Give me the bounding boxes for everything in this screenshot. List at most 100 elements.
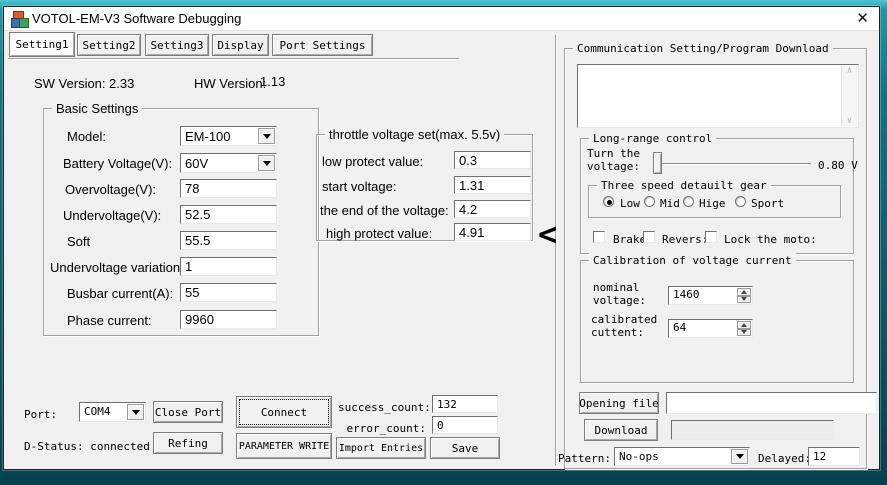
gear-label-mid: Mid <box>660 195 680 212</box>
scroll-up-icon[interactable]: ∧ <box>847 66 852 76</box>
phase-current-label: Phase current: <box>67 312 152 329</box>
basic-settings-group: Basic Settings Model: EM-100 Battery Vol… <box>43 108 319 336</box>
battery-voltage-select[interactable]: 60V <box>180 153 277 173</box>
voltage-slider-track <box>658 163 811 165</box>
spinner-down-button[interactable] <box>737 296 751 304</box>
nominal-voltage-spinner[interactable]: 1460 <box>668 286 753 305</box>
pattern-select[interactable]: No-ops <box>614 447 750 466</box>
title-bar: VOTOL-EM-V3 Software Debugging ✕ <box>4 7 879 31</box>
gear-label-hige: Hige <box>699 195 726 212</box>
end-voltage-input[interactable] <box>454 200 531 218</box>
voltage-slider-handle[interactable] <box>653 152 662 174</box>
delayed-input[interactable] <box>808 447 860 466</box>
reverse-checkbox[interactable] <box>643 231 655 243</box>
voltage-slider-value: 0.80 V <box>818 157 858 174</box>
soft-label: Soft <box>67 233 90 250</box>
undervoltage-variation-input[interactable] <box>180 257 277 276</box>
app-icon <box>11 11 27 27</box>
import-entries-button[interactable]: Import Entries <box>336 437 426 459</box>
tab-port-settings[interactable]: Port Settings <box>272 34 373 56</box>
soft-input[interactable] <box>180 231 277 250</box>
lock-motor-label: Lock the moto: <box>724 231 817 248</box>
tab-setting3[interactable]: Setting3 <box>145 34 209 56</box>
overvoltage-label: Overvoltage(V): <box>65 181 156 198</box>
gear-group: Three speed detauilt gear Low Mid Hige S… <box>588 185 841 218</box>
tab-divider <box>8 58 459 60</box>
spinner-down-button[interactable] <box>737 329 751 337</box>
model-dropdown-button[interactable] <box>258 128 275 144</box>
undervoltage-input[interactable] <box>180 205 277 224</box>
spinner-up-button[interactable] <box>737 321 751 329</box>
tab-setting2[interactable]: Setting2 <box>77 34 141 56</box>
high-protect-label: high protect value: <box>326 225 432 242</box>
undervoltage-label: Undervoltage(V): <box>63 207 161 224</box>
opening-file-button[interactable]: Opening file <box>579 392 659 414</box>
app-window: VOTOL-EM-V3 Software Debugging ✕ Setting… <box>3 6 880 470</box>
calibrated-current-spinner[interactable]: 64 <box>668 319 753 338</box>
tab-display[interactable]: Display <box>212 34 269 56</box>
download-button[interactable]: Download <box>584 419 658 441</box>
lock-motor-checkbox[interactable] <box>705 231 717 243</box>
battery-dropdown-button[interactable] <box>258 155 275 171</box>
spinner-up-button[interactable] <box>737 288 751 296</box>
gear-radio-hige[interactable] <box>683 196 694 207</box>
success-count-label: success_count: <box>338 399 426 416</box>
success-count-field[interactable] <box>432 395 498 413</box>
error-count-field[interactable] <box>432 416 498 434</box>
window-title: VOTOL-EM-V3 Software Debugging <box>32 11 241 26</box>
connect-button[interactable]: Connect <box>236 396 332 428</box>
gear-radio-sport[interactable] <box>735 196 746 207</box>
port-dropdown-button[interactable] <box>127 404 144 420</box>
comm-log-textarea[interactable]: ∧ ∨ <box>577 64 859 128</box>
save-button[interactable]: Save <box>430 437 500 459</box>
spinner-up-icon <box>741 323 747 327</box>
communication-title: Communication Setting/Program Download <box>573 41 833 56</box>
phase-current-input[interactable] <box>180 310 277 329</box>
brake-label: Brake <box>613 231 646 248</box>
calibrated-current-label-2: cuttent: <box>591 324 644 341</box>
gear-title: Three speed detauilt gear <box>597 178 771 193</box>
overvoltage-input[interactable] <box>180 179 277 198</box>
pattern-dropdown-button[interactable] <box>731 449 748 464</box>
calibration-group: Calibration of voltage current nominal v… <box>580 260 854 383</box>
battery-voltage-label: Battery Voltage(V): <box>63 155 172 172</box>
calibration-title: Calibration of voltage current <box>589 253 796 268</box>
long-range-group: Long-range control Turn the voltage: 0.8… <box>580 138 854 254</box>
throttle-group: throttle voltage set(max. 5.5v) low prot… <box>316 134 533 241</box>
opening-file-path-input[interactable] <box>666 392 877 414</box>
dstatus-value: connected <box>90 440 150 453</box>
dstatus-label: D-Status: connected <box>24 438 150 455</box>
basic-settings-title: Basic Settings <box>52 101 142 116</box>
parameter-write-button[interactable]: PARAMETER WRITE <box>236 433 332 459</box>
reverse-label: Revers: <box>662 231 708 248</box>
spinner-down-icon <box>741 330 747 334</box>
refing-button[interactable]: Refing <box>153 432 223 454</box>
gear-radio-mid[interactable] <box>644 196 655 207</box>
spinner-down-icon <box>741 297 747 301</box>
gear-radio-low[interactable] <box>603 196 614 207</box>
pattern-label: Pattern: <box>558 450 611 467</box>
close-port-button[interactable]: Close Port <box>153 401 223 423</box>
model-select[interactable]: EM-100 <box>180 126 277 146</box>
delayed-label: Delayed: <box>758 450 811 467</box>
busbar-current-input[interactable] <box>180 283 277 302</box>
sw-version-value: 2.33 <box>109 75 134 92</box>
scroll-down-icon[interactable]: ∨ <box>847 116 852 126</box>
gear-label-low: Low <box>620 195 640 212</box>
low-protect-label: low protect value: <box>322 153 423 170</box>
high-protect-input[interactable] <box>454 223 531 241</box>
turn-voltage-label-2: voltage: <box>587 158 640 175</box>
log-scrollbar[interactable]: ∧ ∨ <box>841 66 857 126</box>
start-voltage-input[interactable] <box>454 176 531 194</box>
low-protect-input[interactable] <box>454 151 531 169</box>
tab-setting1[interactable]: Setting1 <box>9 32 75 57</box>
download-path-field <box>671 420 834 440</box>
undervoltage-variation-label: Undervoltage variation: <box>50 259 184 276</box>
dropdown-arrow-icon <box>263 134 271 139</box>
sw-version-label: SW Version: <box>34 75 106 92</box>
gear-label-sport: Sport <box>751 195 784 212</box>
start-voltage-label: start voltage: <box>322 178 396 195</box>
brake-checkbox[interactable] <box>593 231 605 243</box>
port-select[interactable]: COM4 <box>79 402 146 422</box>
close-icon[interactable]: ✕ <box>856 9 869 29</box>
